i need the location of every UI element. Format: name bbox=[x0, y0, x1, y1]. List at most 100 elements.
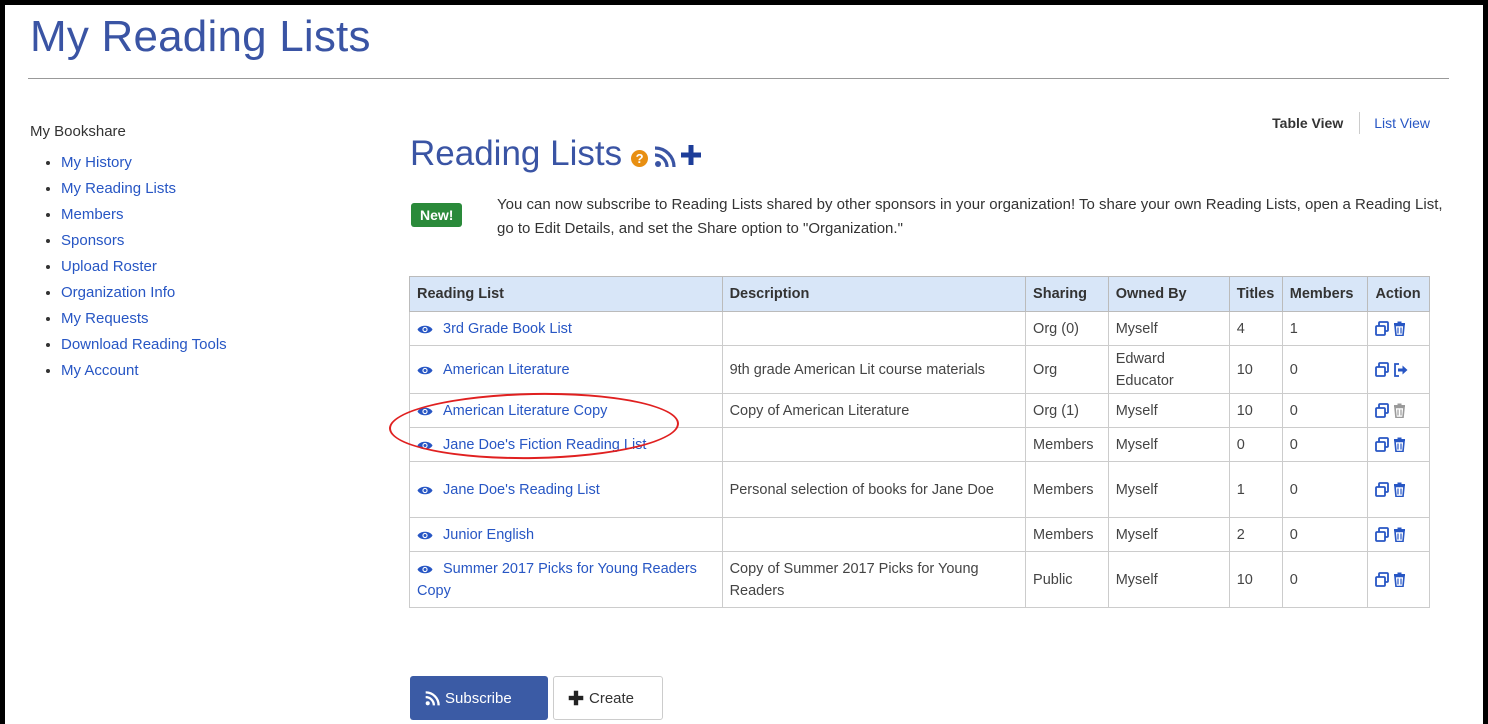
cell-sharing: Org (1) bbox=[1025, 393, 1109, 428]
trash-icon[interactable] bbox=[1393, 437, 1406, 452]
sidebar-item-members: Members bbox=[61, 202, 370, 228]
sidebar-link-my-requests[interactable]: My Requests bbox=[61, 310, 149, 327]
cell-reading-list: American Literature bbox=[409, 345, 723, 394]
table-row: American Literature 9th grade American Li… bbox=[409, 345, 1430, 394]
copy-icon[interactable] bbox=[1375, 571, 1390, 587]
cell-reading-list: Jane Doe's Reading List bbox=[409, 461, 723, 518]
trash-icon[interactable] bbox=[1393, 482, 1406, 497]
trash-icon[interactable] bbox=[1393, 572, 1406, 587]
cell-reading-list: Junior English bbox=[409, 517, 723, 552]
cell-owned-by: Myself bbox=[1107, 427, 1230, 462]
eye-icon bbox=[417, 325, 433, 333]
view-switch: Table View List View bbox=[1272, 112, 1430, 134]
cell-sharing: Public bbox=[1025, 551, 1109, 608]
sidebar-link-my-account[interactable]: My Account bbox=[61, 362, 139, 379]
cell-reading-list: Jane Doe's Fiction Reading List bbox=[409, 427, 723, 462]
sidebar-link-organization-info[interactable]: Organization Info bbox=[61, 284, 175, 301]
trash-icon[interactable] bbox=[1393, 527, 1406, 542]
cell-sharing: Members bbox=[1025, 461, 1109, 518]
subscribe-notice: You can now subscribe to Reading Lists s… bbox=[497, 196, 1443, 237]
sidebar-item-download-reading-tools: Download Reading Tools bbox=[61, 332, 370, 358]
cell-owned-by: Myself bbox=[1107, 461, 1230, 518]
sidebar-item-organization-info: Organization Info bbox=[61, 280, 370, 306]
header-sharing[interactable]: Sharing bbox=[1025, 276, 1109, 312]
subscribe-button[interactable]: Subscribe bbox=[410, 676, 548, 720]
sidebar-link-upload-roster[interactable]: Upload Roster bbox=[61, 258, 157, 275]
cell-description: Copy of Summer 2017 Picks for Young Read… bbox=[721, 551, 1027, 608]
reading-list-link[interactable]: Jane Doe's Fiction Reading List bbox=[417, 437, 646, 453]
cell-members: 0 bbox=[1281, 461, 1369, 518]
reading-list-link[interactable]: Junior English bbox=[417, 527, 534, 543]
eye-icon bbox=[417, 486, 433, 494]
reading-lists-heading: Reading Lists ? bbox=[410, 134, 702, 174]
trash-icon[interactable] bbox=[1393, 321, 1406, 336]
copy-icon[interactable] bbox=[1375, 526, 1390, 542]
cell-reading-list: 3rd Grade Book List bbox=[409, 311, 723, 346]
cell-reading-list: Summer 2017 Picks for Young Readers Copy bbox=[409, 551, 723, 608]
header-description[interactable]: Description bbox=[721, 276, 1027, 312]
sidebar-link-sponsors[interactable]: Sponsors bbox=[61, 232, 124, 249]
sidebar: My Bookshare My History My Reading Lists… bbox=[30, 123, 370, 384]
reading-list-link[interactable]: Summer 2017 Picks for Young Readers Copy bbox=[417, 561, 697, 599]
page-title: My Reading Lists bbox=[30, 12, 371, 61]
list-view-link[interactable]: List View bbox=[1374, 115, 1430, 131]
cell-owned-by: Myself bbox=[1107, 551, 1230, 608]
cell-titles: 2 bbox=[1228, 517, 1283, 552]
cell-titles: 0 bbox=[1228, 427, 1283, 462]
cell-description bbox=[721, 311, 1027, 346]
header-owned-by[interactable]: Owned By bbox=[1107, 276, 1230, 312]
sidebar-link-my-history[interactable]: My History bbox=[61, 154, 132, 171]
cell-owned-by: Myself bbox=[1107, 393, 1230, 428]
copy-icon[interactable] bbox=[1375, 320, 1390, 336]
cell-titles: 1 bbox=[1228, 461, 1283, 518]
cell-sharing: Members bbox=[1025, 427, 1109, 462]
sidebar-link-download-reading-tools[interactable]: Download Reading Tools bbox=[61, 336, 227, 353]
cell-sharing: Org bbox=[1025, 345, 1109, 394]
reading-list-name: Summer 2017 Picks for Young Readers Copy bbox=[417, 560, 697, 599]
cell-titles: 10 bbox=[1228, 393, 1283, 428]
reading-list-name: American Literature bbox=[443, 361, 570, 378]
cell-action bbox=[1367, 517, 1430, 552]
cell-action bbox=[1367, 551, 1430, 608]
cell-owned-by: Myself bbox=[1107, 517, 1230, 552]
sidebar-item-my-account: My Account bbox=[61, 358, 370, 384]
cell-sharing: Members bbox=[1025, 517, 1109, 552]
create-button[interactable]: Create bbox=[553, 676, 663, 720]
table-view-link[interactable]: Table View bbox=[1272, 115, 1343, 131]
reading-lists-table: Reading List Description Sharing Owned B… bbox=[409, 276, 1430, 608]
copy-icon[interactable] bbox=[1375, 361, 1390, 377]
cell-sharing: Org (0) bbox=[1025, 311, 1109, 346]
eye-icon bbox=[417, 441, 433, 449]
question-icon[interactable]: ? bbox=[631, 149, 649, 167]
reading-list-name: Jane Doe's Reading List bbox=[443, 481, 600, 498]
copy-icon[interactable] bbox=[1375, 402, 1390, 418]
header-titles[interactable]: Titles bbox=[1228, 276, 1283, 312]
plus-icon[interactable] bbox=[680, 144, 702, 166]
copy-icon[interactable] bbox=[1375, 481, 1390, 497]
eye-icon bbox=[417, 407, 433, 415]
table-row: Jane Doe's Reading List Personal selectio… bbox=[409, 461, 1430, 518]
trash-icon[interactable] bbox=[1393, 403, 1406, 418]
copy-icon[interactable] bbox=[1375, 436, 1390, 452]
sign-out-icon[interactable] bbox=[1393, 362, 1408, 377]
rss-icon bbox=[425, 690, 440, 705]
reading-list-link[interactable]: American Literature Copy bbox=[417, 403, 607, 419]
cell-owned-by: Edward Educator bbox=[1107, 345, 1230, 394]
sidebar-item-my-requests: My Requests bbox=[61, 306, 370, 332]
cell-titles: 4 bbox=[1228, 311, 1283, 346]
rss-icon[interactable] bbox=[654, 146, 676, 168]
table-body: 3rd Grade Book List Org (0) Myself 4 1 Ameri… bbox=[409, 311, 1430, 608]
sidebar-link-my-reading-lists[interactable]: My Reading Lists bbox=[61, 180, 176, 197]
reading-list-link[interactable]: Jane Doe's Reading List bbox=[417, 482, 600, 498]
create-button-label: Create bbox=[589, 689, 635, 707]
cell-action bbox=[1367, 427, 1430, 462]
sidebar-link-members[interactable]: Members bbox=[61, 206, 124, 223]
cell-members: 0 bbox=[1281, 551, 1369, 608]
header-reading-list[interactable]: Reading List bbox=[409, 276, 723, 312]
header-members[interactable]: Members bbox=[1281, 276, 1369, 312]
reading-list-link[interactable]: American Literature bbox=[417, 362, 570, 378]
header-action: Action bbox=[1367, 276, 1430, 312]
subscribe-button-label: Subscribe bbox=[445, 689, 512, 707]
table-header-row: Reading List Description Sharing Owned B… bbox=[409, 276, 1430, 312]
reading-list-link[interactable]: 3rd Grade Book List bbox=[417, 321, 572, 337]
